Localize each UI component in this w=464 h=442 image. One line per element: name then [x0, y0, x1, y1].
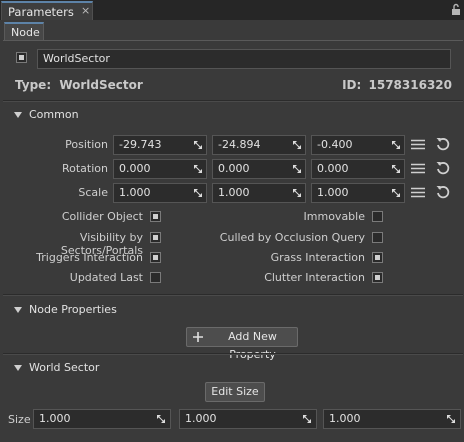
resize-arrows-icon	[447, 415, 455, 423]
flag-checkbox[interactable]	[150, 252, 161, 263]
flag-checkbox[interactable]	[150, 232, 161, 243]
type-label: Type:	[15, 78, 52, 92]
divider	[3, 353, 463, 355]
resize-arrows-icon	[194, 189, 202, 197]
tab-node-label: Node	[11, 26, 40, 39]
plus-icon	[193, 332, 203, 342]
world-sector-title[interactable]: World Sector	[29, 361, 99, 374]
size-z-input[interactable]: 1.000	[323, 409, 461, 429]
flag-label: Clutter Interaction	[264, 271, 365, 284]
flag-label: Immovable	[303, 210, 365, 223]
menu-icon[interactable]	[411, 139, 425, 150]
resize-arrows-icon	[293, 141, 301, 149]
tab-node[interactable]: Node	[4, 22, 44, 41]
resize-arrows-icon	[392, 189, 400, 197]
node-properties-title[interactable]: Node Properties	[29, 303, 117, 316]
size-x-input[interactable]: 1.000	[33, 409, 171, 429]
flag-label: Collider Object	[61, 210, 143, 223]
add-new-property-label: Add New Property	[228, 330, 277, 361]
tab-parameters[interactable]: Parameters ×	[1, 1, 93, 20]
flag-label: Triggers Interaction	[36, 251, 143, 264]
row-label-scale: Scale	[78, 186, 108, 199]
flag-checkbox[interactable]	[372, 252, 383, 263]
collapse-triangle-icon[interactable]	[14, 112, 22, 118]
divider	[3, 100, 463, 102]
flag-checkbox[interactable]	[150, 211, 161, 222]
lock-icon[interactable]	[451, 3, 461, 16]
resize-arrows-icon	[392, 165, 400, 173]
type-line: Type: WorldSector	[15, 78, 143, 92]
row-label-rotation: Rotation	[61, 162, 108, 175]
reset-icon[interactable]	[436, 185, 450, 199]
menu-icon[interactable]	[411, 187, 425, 198]
resize-arrows-icon	[194, 165, 202, 173]
flag-checkbox[interactable]	[372, 211, 383, 222]
flag-label: Grass Interaction	[270, 251, 365, 264]
divider	[3, 294, 463, 296]
id-label: ID:	[342, 78, 362, 92]
node-name-input[interactable]: WorldSector	[37, 49, 451, 69]
flag-checkbox[interactable]	[372, 272, 383, 283]
row-label-position: Position	[65, 138, 108, 151]
flag-checkbox[interactable]	[372, 232, 383, 243]
resize-arrows-icon	[157, 415, 165, 423]
close-icon[interactable]: ×	[81, 4, 90, 17]
flag-label: Culled by Occlusion Query	[219, 231, 365, 244]
tab-parameters-label: Parameters	[8, 5, 74, 19]
add-new-property-button[interactable]: Add New Property	[186, 327, 298, 361]
common-section-title[interactable]: Common	[29, 108, 79, 121]
menu-icon[interactable]	[411, 163, 425, 174]
type-value: WorldSector	[59, 78, 143, 92]
resize-arrows-icon	[194, 141, 202, 149]
resize-arrows-icon	[303, 415, 311, 423]
resize-arrows-icon	[293, 189, 301, 197]
resize-arrows-icon	[293, 165, 301, 173]
reset-icon[interactable]	[436, 161, 450, 175]
edit-size-button[interactable]: Edit Size	[205, 382, 265, 402]
id-line: ID: 1578316320	[342, 78, 452, 92]
size-y-input[interactable]: 1.000	[179, 409, 317, 429]
flag-label: Updated Last	[69, 271, 143, 284]
resize-arrows-icon	[392, 141, 400, 149]
reset-icon[interactable]	[436, 137, 450, 151]
id-value: 1578316320	[368, 78, 453, 92]
collapse-triangle-icon[interactable]	[14, 365, 22, 371]
node-enabled-checkbox[interactable]	[16, 52, 27, 63]
size-label: Size	[8, 413, 31, 426]
collapse-triangle-icon[interactable]	[14, 307, 22, 313]
flag-checkbox[interactable]	[150, 272, 161, 283]
